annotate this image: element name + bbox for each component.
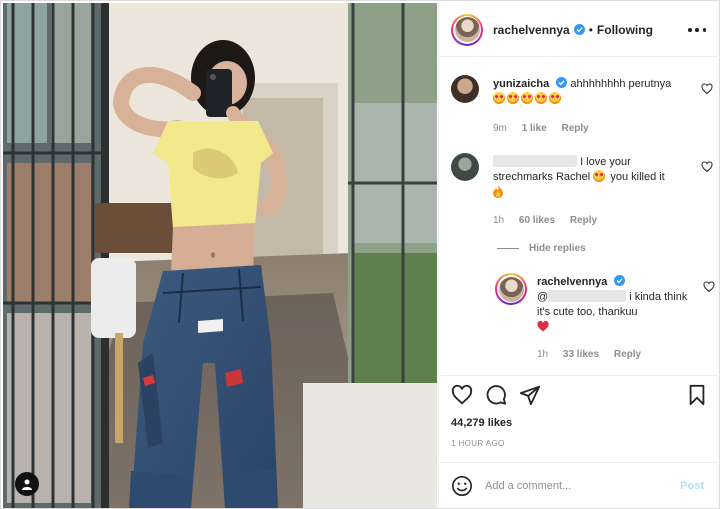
redacted-mention [548,290,627,302]
add-comment-bar: Post [439,462,720,508]
post-comment-button[interactable]: Post [680,480,704,492]
post-photo[interactable] [3,3,437,508]
star-struck-emoji-icon [593,170,606,182]
star-struck-emoji-icon [493,92,505,104]
post-modal: rachelvennya • Following yunizaicha ahhh… [0,0,720,509]
star-struck-emoji-icon [507,92,519,104]
reply-button[interactable]: Reply [570,215,597,226]
comment-likes[interactable]: 33 likes [563,349,599,360]
comment-time: 1h [493,215,505,226]
action-bar [439,375,720,415]
header-separator: • [588,22,593,37]
heart-icon[interactable] [701,161,713,173]
share-icon[interactable] [519,384,541,406]
fire-emoji-icon [493,185,503,198]
author-username[interactable]: rachelvennya [493,23,570,37]
comment-time: 1h [537,349,549,360]
verified-badge-icon [614,275,626,286]
comment-input[interactable] [485,479,665,492]
star-struck-emoji-icon [521,92,533,104]
hide-replies-button[interactable]: Hide replies [497,243,586,254]
comment-meta: 1h 33 likes Reply [537,349,653,360]
commenter-avatar[interactable] [495,273,527,305]
comment-icon[interactable] [485,384,507,406]
commenter-avatar[interactable] [451,153,479,181]
comments-list: yunizaicha ahhhhhhhh perutnya 9m 1 like … [439,59,720,375]
post-timestamp[interactable]: 1 HOUR AGO [451,439,505,448]
more-options-icon[interactable] [688,23,706,37]
comment-body-tail: you killed it [610,171,665,183]
hide-replies-label: Hide replies [529,243,586,254]
comment-time: 9m [493,123,507,134]
comment-likes[interactable]: 1 like [522,123,547,134]
star-struck-emoji-icon [535,92,547,104]
comment-text: yunizaicha ahhhhhhhh perutnya [493,77,693,107]
photo-illustration [3,3,437,508]
reply-button[interactable]: Reply [614,349,641,360]
red-heart-emoji-icon [537,321,549,332]
likes-count[interactable]: 44,279 likes [451,417,512,429]
verified-badge-icon [573,24,585,35]
comment-meta: 9m 1 like Reply [493,123,601,134]
comment-meta: 1h 60 likes Reply [493,215,609,226]
heart-icon[interactable] [701,83,713,95]
comment-body: ahhhhhhhh perutnya [570,78,672,90]
redacted-username [493,155,577,167]
commenter-avatar[interactable] [451,75,479,103]
commenter-username[interactable]: yunizaicha [493,78,549,90]
post-header: rachelvennya • Following [439,3,720,57]
comment-text: rachelvennya @ i kinda think it's cute t… [537,275,697,335]
mention-prefix[interactable]: @ [537,291,548,303]
user-tag-icon [22,479,32,490]
emoji-icon[interactable] [451,475,473,497]
comment-likes[interactable]: 60 likes [519,215,555,226]
heart-icon[interactable] [703,281,715,293]
star-struck-emoji-icon [549,92,561,104]
bookmark-icon[interactable] [686,384,708,406]
reply-button[interactable]: Reply [562,123,589,134]
commenter-username[interactable]: rachelvennya [537,276,607,288]
author-avatar[interactable] [451,13,483,46]
verified-badge-icon [556,77,568,88]
following-button[interactable]: Following [597,23,653,37]
user-tag-button[interactable] [15,472,39,496]
post-side-panel: rachelvennya • Following yunizaicha ahhh… [438,3,720,508]
comment-text: I love your strechmarks Rachel you kille… [493,155,693,201]
heart-icon[interactable] [451,384,473,406]
